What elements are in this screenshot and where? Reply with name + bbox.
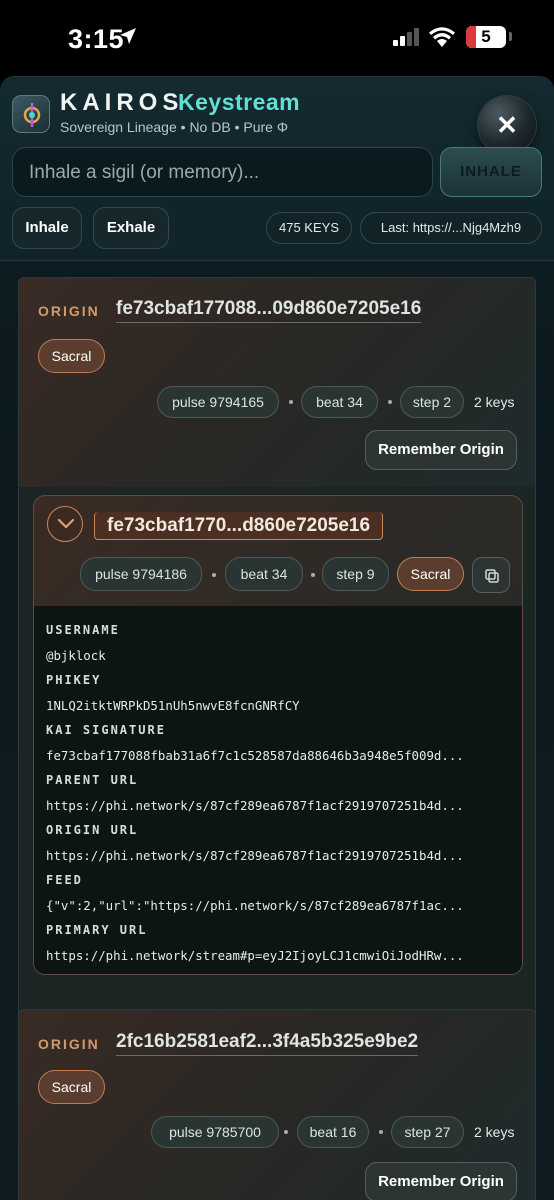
cellular-signal-icon <box>393 28 419 46</box>
keys-count-badge: 475 KEYS <box>266 212 352 244</box>
chakra-badge: Sacral <box>397 557 464 591</box>
collapse-toggle-button[interactable] <box>47 506 83 542</box>
origin-label: ORIGIN <box>38 1036 100 1052</box>
chevron-down-icon <box>57 518 75 529</box>
origin-card: ORIGIN 2fc16b2581eaf2...3f4a5b325e9be2 S… <box>18 1009 536 1200</box>
status-bar: 3:15 5 <box>0 0 554 76</box>
last-url-badge: Last: https://...Njg4Mzh9 <box>360 212 542 244</box>
detail-value: https://phi.network/stream#p=eyJ2IjoyLCJ… <box>46 948 464 963</box>
app-panel: KAIROS Keystream Sovereign Lineage • No … <box>0 76 554 1200</box>
header: KAIROS Keystream Sovereign Lineage • No … <box>0 77 554 261</box>
detail-value: @bjklock <box>46 648 106 663</box>
origin-hash[interactable]: fe73cbaf177088...09d860e7205e16 <box>116 298 422 323</box>
detail-label: KAI SIGNATURE <box>46 723 166 737</box>
detail-label: PARENT URL <box>46 773 139 787</box>
battery-indicator: 5 <box>466 26 506 48</box>
origin-hash[interactable]: 2fc16b2581eaf2...3f4a5b325e9be2 <box>116 1031 419 1056</box>
detail-label: ORIGIN URL <box>46 823 139 837</box>
child-key-card: fe73cbaf1770...d860e7205e16 pulse 979418… <box>33 495 523 975</box>
keys-count: 2 keys <box>474 394 515 410</box>
exhale-button[interactable]: Exhale <box>93 207 169 249</box>
copy-button[interactable] <box>472 557 510 593</box>
origin-card: ORIGIN fe73cbaf177088...09d860e7205e16 S… <box>18 277 536 487</box>
detail-value: https://phi.network/s/87cf289ea6787f1acf… <box>46 848 464 863</box>
step-badge: step 27 <box>391 1116 464 1148</box>
detail-label: FEED <box>46 873 83 887</box>
remember-origin-button[interactable]: Remember Origin <box>365 430 517 470</box>
detail-value: fe73cbaf177088fbab31a6f7c1c528587da88646… <box>46 748 464 763</box>
wifi-icon <box>429 27 455 47</box>
detail-value: 1NLQ2itktWRPkD51nUh5nwvE8fcnGNRfCY <box>46 698 300 713</box>
detail-label: PRIMARY URL <box>46 923 148 937</box>
battery-level: 5 <box>481 27 491 46</box>
beat-badge: beat 34 <box>301 386 378 418</box>
detail-label: USERNAME <box>46 623 120 637</box>
brand-subtitle: Keystream <box>178 89 301 115</box>
pulse-badge: pulse 9794165 <box>157 386 279 418</box>
chakra-badge: Sacral <box>38 1070 105 1104</box>
origin-label: ORIGIN <box>38 303 100 319</box>
child-hash[interactable]: fe73cbaf1770...d860e7205e16 <box>94 512 384 540</box>
chakra-badge: Sacral <box>38 339 105 373</box>
brand-title: KAIROS <box>60 89 184 116</box>
tagline: Sovereign Lineage • No DB • Pure Φ <box>60 119 288 135</box>
detail-value: {"v":2,"url":"https://phi.network/s/87cf… <box>46 898 464 913</box>
close-button[interactable]: ✕ <box>478 96 536 154</box>
inhale-button[interactable]: Inhale <box>12 207 82 249</box>
step-badge: step 2 <box>400 386 464 418</box>
remember-origin-button[interactable]: Remember Origin <box>365 1162 517 1200</box>
kairos-logo-icon <box>12 95 50 133</box>
detail-value: https://phi.network/s/87cf289ea6787f1acf… <box>46 798 464 813</box>
step-badge: step 9 <box>322 557 389 591</box>
location-arrow-icon <box>120 28 136 44</box>
detail-label: PHIKEY <box>46 673 102 687</box>
keys-count: 2 keys <box>474 1124 515 1140</box>
inhale-submit-button[interactable]: INHALE <box>440 147 542 197</box>
beat-badge: beat 16 <box>297 1116 369 1148</box>
beat-badge: beat 34 <box>225 557 303 591</box>
status-time: 3:15 <box>68 24 125 54</box>
copy-icon <box>485 569 499 583</box>
lineage-children: fe73cbaf1770...d860e7205e16 pulse 979418… <box>18 487 536 1063</box>
pulse-badge: pulse 9794186 <box>80 557 202 591</box>
pulse-badge: pulse 9785700 <box>151 1116 279 1148</box>
key-details: USERNAME @bjklock PHIKEY 1NLQ2itktWRPkD5… <box>34 606 522 974</box>
sigil-search-input[interactable]: Inhale a sigil (or memory)... <box>12 147 433 197</box>
